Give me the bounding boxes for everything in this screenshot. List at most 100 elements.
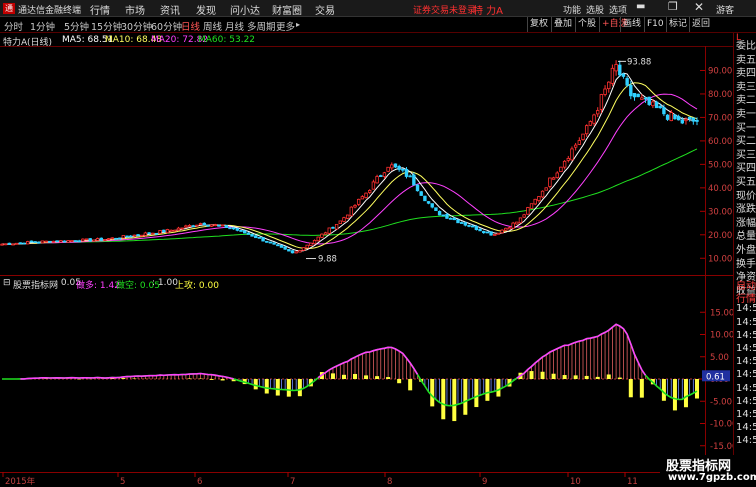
side-sub-item: 14:50 (736, 409, 756, 420)
candle (577, 140, 582, 145)
candle (37, 241, 41, 244)
candle (489, 231, 493, 236)
candle (62, 240, 67, 243)
yellow-bar (496, 379, 501, 397)
yellow-bar (562, 375, 567, 379)
candle (629, 84, 633, 97)
price-axis-label: 90.00 (708, 66, 732, 76)
candle (132, 234, 137, 237)
candle (129, 235, 133, 238)
candle (610, 67, 615, 84)
candle (242, 230, 247, 234)
candle (312, 240, 317, 245)
date-axis-label: 11 (627, 477, 638, 487)
candle (548, 177, 552, 187)
price-axis-label: 80.00 (708, 90, 732, 100)
high-price-label: 93.88 (627, 57, 651, 67)
candle (261, 237, 265, 242)
candle (228, 227, 232, 230)
candle (77, 240, 81, 243)
ma60-line (1, 148, 698, 245)
candle (621, 73, 626, 77)
side-sub-item: 14:50 (736, 303, 756, 315)
yellow-bar (286, 379, 291, 397)
candle (607, 81, 611, 90)
candle (250, 234, 254, 237)
candle (522, 214, 526, 218)
current-value-label: 0.61 (706, 372, 725, 382)
indicator-name[interactable]: 股票指标网 (13, 278, 58, 291)
yellow-bar (187, 378, 192, 379)
candle (419, 191, 423, 196)
yellow-bar (573, 375, 578, 379)
candle (504, 227, 508, 231)
candle (162, 229, 166, 233)
candle (184, 225, 188, 228)
candle (235, 228, 240, 231)
candle (493, 234, 497, 236)
candle (334, 224, 339, 230)
candle (636, 93, 640, 98)
date-axis-label: 6 (197, 477, 202, 487)
yellow-bar (121, 378, 126, 379)
yellow-bar (606, 374, 611, 379)
candle (301, 247, 306, 251)
candle (18, 242, 23, 245)
candle (254, 235, 258, 239)
yellow-bar (264, 379, 269, 394)
candle (393, 163, 398, 168)
candle (121, 235, 126, 239)
candle (470, 225, 475, 228)
candle (353, 205, 357, 208)
yellow-bar (584, 375, 589, 379)
candle (257, 236, 262, 239)
candle (368, 190, 372, 193)
candle (474, 225, 479, 230)
candle (540, 190, 545, 198)
yellow-bar (220, 379, 225, 381)
candle (658, 105, 662, 109)
yellow-bar (463, 379, 468, 415)
indicator-toggle-icon[interactable]: ⊟ (3, 278, 11, 288)
candle (379, 175, 383, 177)
candle (518, 217, 523, 224)
candle (687, 116, 692, 120)
low-price-label: 9.88 (318, 255, 337, 265)
yellow-bar (430, 379, 435, 407)
indicator-axis-label: 15.00 (710, 308, 733, 318)
yellow-bar (330, 373, 335, 379)
indicator-axis-label: -5.00 (710, 397, 732, 407)
yellow-bar (639, 379, 644, 398)
yellow-bar (474, 379, 479, 408)
candle (48, 240, 52, 243)
date-axis-label: 7 (290, 477, 295, 487)
candle (618, 64, 622, 76)
candle (526, 207, 530, 215)
candle (99, 237, 103, 241)
candle (632, 92, 637, 98)
date-axis-label: 5 (120, 477, 125, 487)
candle (213, 224, 217, 226)
side-sub-item: 14:50 (736, 422, 756, 434)
candle (382, 172, 387, 177)
candle (305, 244, 309, 249)
candle (187, 225, 192, 227)
date-axis-label: 10 (570, 477, 581, 487)
candle (397, 165, 401, 170)
candle (246, 232, 251, 235)
candle (294, 251, 298, 254)
price-axis-label: 10.00 (708, 254, 732, 264)
yellow-bar (529, 371, 534, 379)
yellow-bar (386, 377, 391, 379)
candle (272, 242, 276, 245)
yellow-bar (540, 371, 545, 379)
candle (375, 176, 379, 184)
candle (290, 250, 295, 254)
candle (537, 196, 541, 201)
candle (599, 94, 604, 110)
ma10-line (1, 82, 698, 250)
kline-chart[interactable]: 90.00 80.00 70.00 60.00 50.00 40.00 30.00 20.00… (0, 0, 733, 487)
candle (356, 198, 361, 205)
candle (125, 235, 129, 238)
candle (33, 241, 37, 243)
